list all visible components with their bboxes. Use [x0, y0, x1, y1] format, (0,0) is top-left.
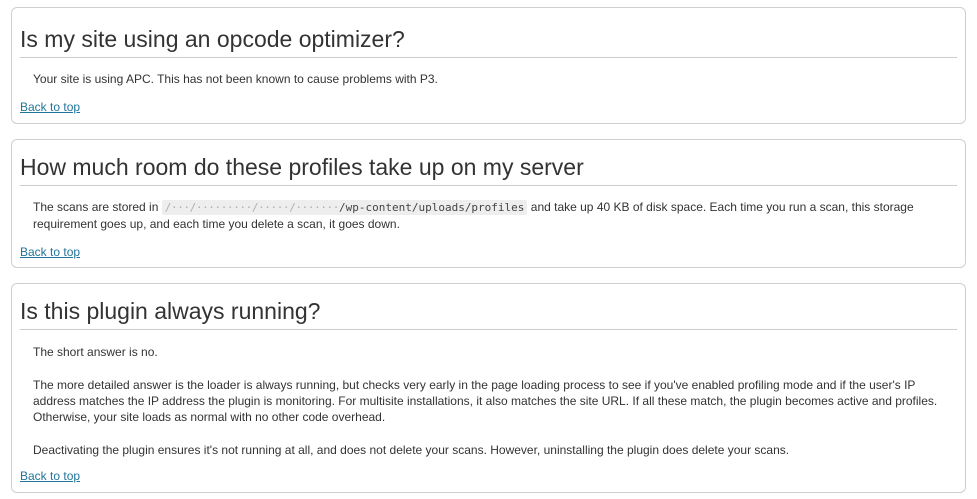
section-answer: The short answer is no. The more detaile… — [33, 344, 943, 458]
profiles-path: /···/·········/·····/·······/wp-content/… — [161, 200, 528, 215]
section-title: How much room do these profiles take up … — [20, 153, 957, 186]
section-title: Is my site using an opcode optimizer? — [20, 25, 957, 58]
back-to-top-link[interactable]: Back to top — [20, 468, 80, 484]
faq-section-opcode: Is my site using an opcode optimizer? Yo… — [11, 7, 966, 124]
section-answer: The scans are stored in /···/·········/·… — [33, 199, 943, 232]
back-to-top-link[interactable]: Back to top — [20, 99, 80, 115]
redacted-path-segment: /···/·········/·····/······· — [164, 201, 340, 214]
back-to-top-link[interactable]: Back to top — [20, 244, 80, 260]
answer-text-before: The scans are stored in — [33, 200, 159, 214]
answer-paragraph: The short answer is no. — [33, 345, 158, 359]
answer-paragraph: The scans are stored in /···/·········/·… — [33, 199, 943, 232]
answer-paragraph: The more detailed answer is the loader i… — [33, 378, 938, 424]
section-title: Is this plugin always running? — [20, 297, 957, 330]
section-answer: Your site is using APC. This has not bee… — [33, 71, 943, 87]
visible-path-segment: /wp-content/uploads/profiles — [338, 201, 525, 214]
answer-paragraph: Your site is using APC. This has not bee… — [33, 72, 438, 86]
faq-section-storage: How much room do these profiles take up … — [11, 139, 966, 268]
answer-paragraph: Deactivating the plugin ensures it's not… — [33, 443, 790, 457]
faq-section-always-running: Is this plugin always running? The short… — [11, 283, 966, 493]
